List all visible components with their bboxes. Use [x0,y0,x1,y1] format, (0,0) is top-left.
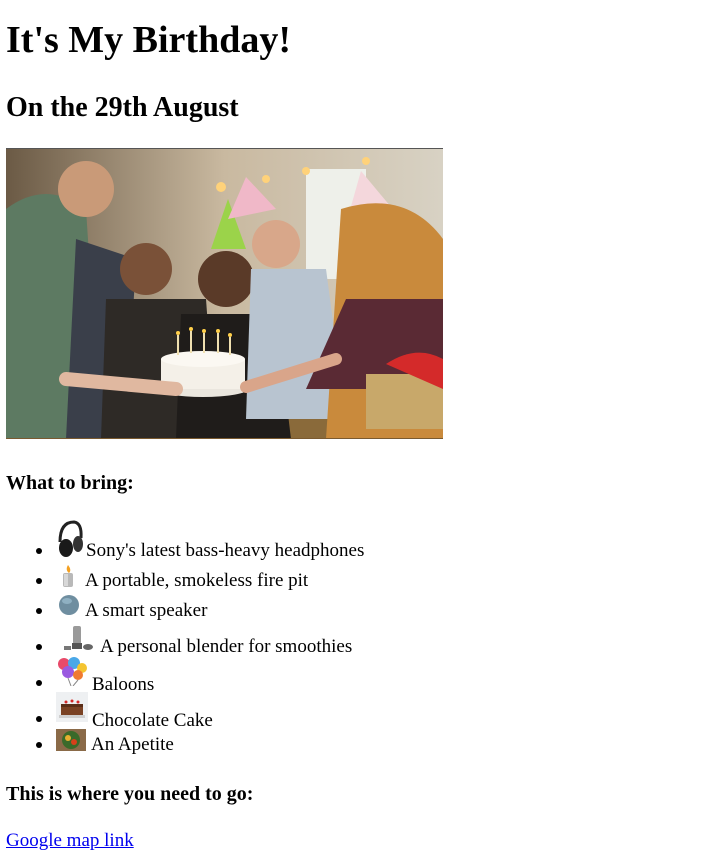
bullet [36,680,42,686]
date-heading: On the 29th August [6,92,239,123]
bring-heading: What to bring: [6,472,134,494]
list-item-label: Chocolate Cake [92,710,213,731]
bullet [36,716,42,722]
cake-icon [56,692,88,728]
google-map-link[interactable]: Google map link [6,829,134,853]
bullet [36,742,42,748]
balloons-icon [56,656,88,692]
smart-speaker-icon [57,594,81,622]
bullet [36,608,42,614]
fire-pit-icon [60,564,76,594]
headphones-icon [56,518,84,564]
list-item-label: An Apetite [91,734,174,755]
list-item-label: A portable, smokeless fire pit [85,570,309,591]
blender-icon [64,624,94,658]
list-item-label: Sony's latest bass-heavy headphones [86,540,365,561]
food-plate-icon [56,729,86,757]
list-item-label: Baloons [92,674,155,695]
go-heading: This is where you need to go: [6,783,254,805]
bullet [36,578,42,584]
bullet [36,644,42,650]
birthday-party-photo [6,148,443,439]
list-item-label: A smart speaker [85,600,208,621]
page-title: It's My Birthday! [6,19,291,61]
bullet [36,548,42,554]
list-item-label: A personal blender for smoothies [100,636,353,657]
